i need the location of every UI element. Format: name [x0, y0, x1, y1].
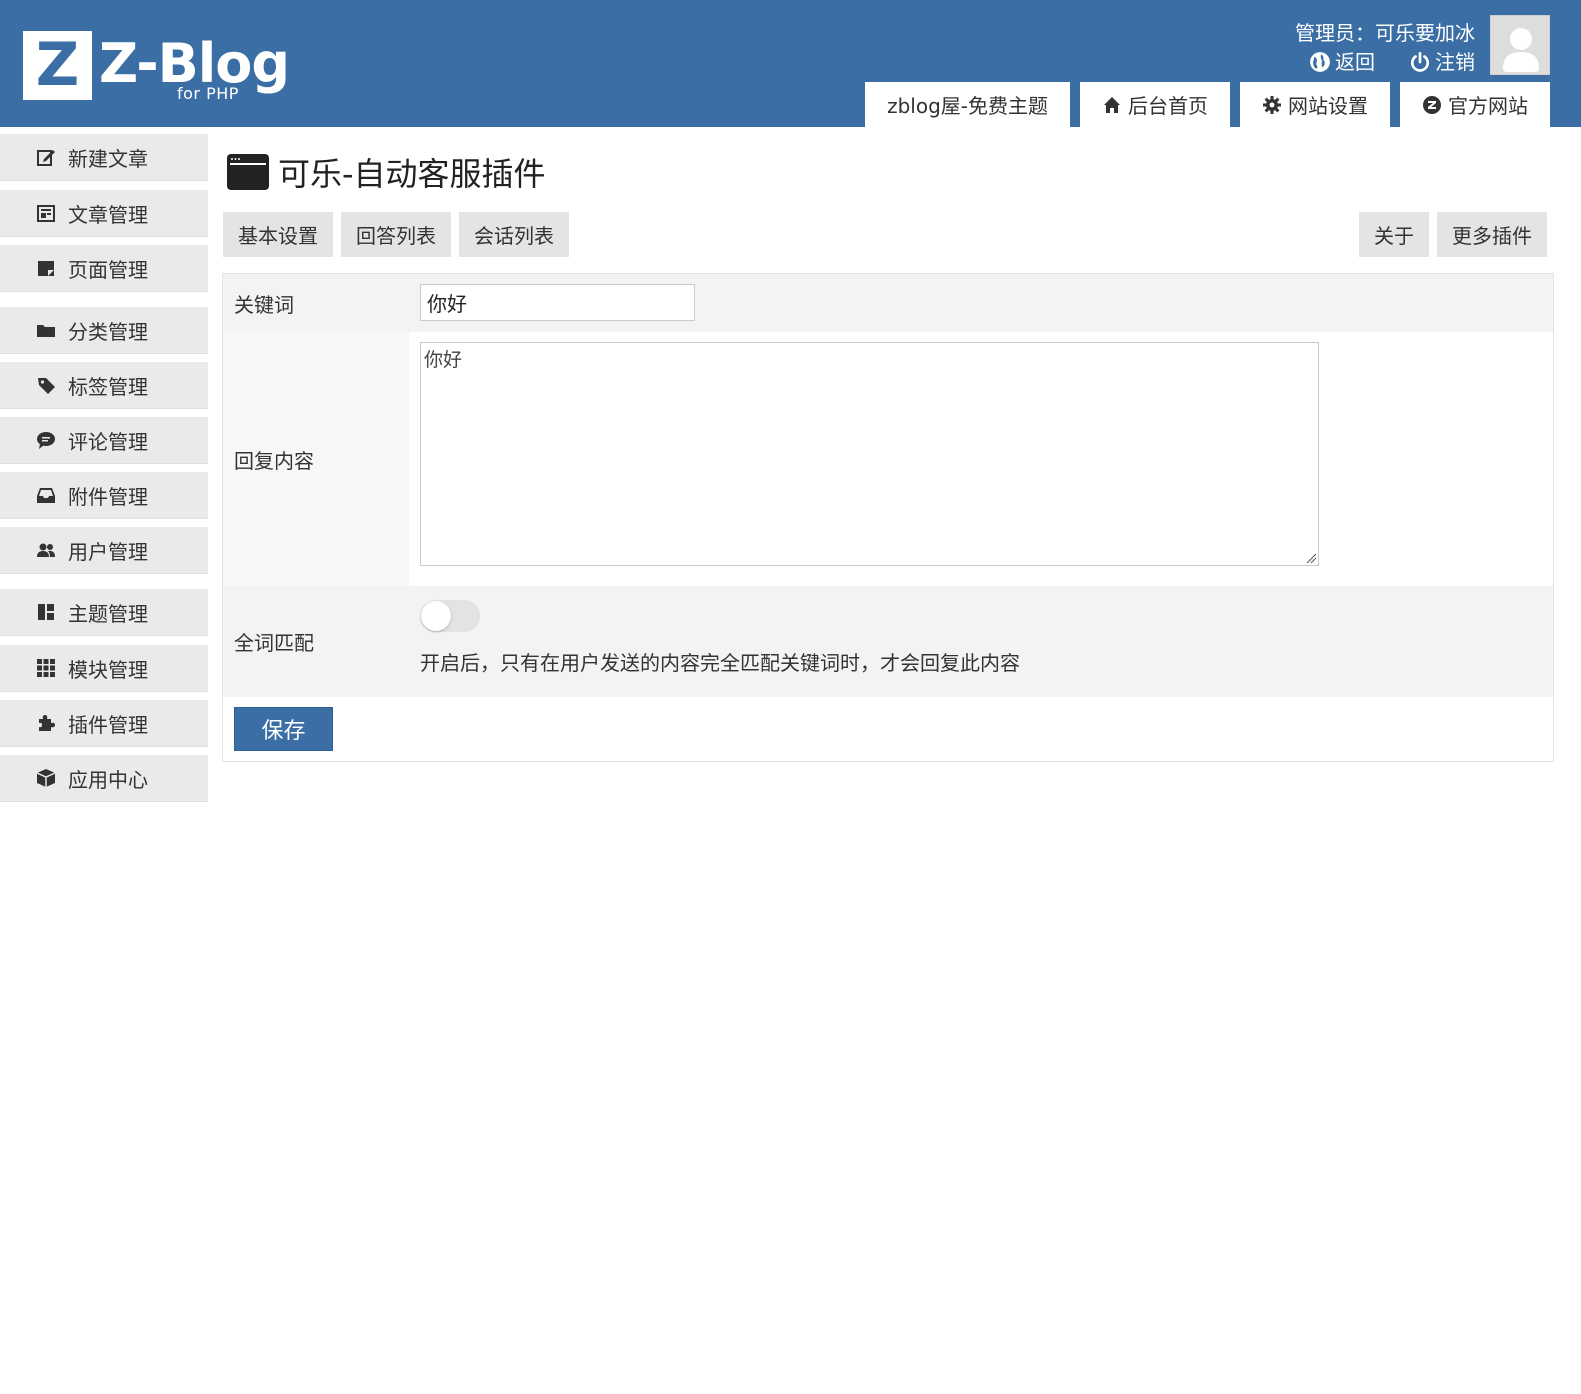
full-match-row: 全词匹配 开启后，只有在用户发送的内容完全匹配关键词时，才会回复此内容 — [223, 586, 1553, 697]
sidebar-item-label: 插件管理 — [68, 712, 148, 737]
back-link-label: 返回 — [1335, 50, 1375, 74]
page-title-text: 可乐-自动客服插件 — [278, 155, 546, 193]
tab-site-settings[interactable]: 网站设置 — [1240, 82, 1390, 127]
logout-link-label: 注销 — [1435, 50, 1475, 74]
puzzle-icon — [36, 713, 56, 733]
logo-mark: Z — [23, 31, 92, 100]
admin-links: 返回 注销 — [1309, 49, 1475, 75]
tab-session-list[interactable]: 会话列表 — [459, 212, 569, 257]
keyword-input[interactable] — [420, 284, 695, 321]
users-icon — [36, 540, 56, 560]
toggle-knob — [421, 601, 451, 631]
sidebar-item-articles[interactable]: 文章管理 — [0, 190, 208, 237]
sidebar-item-label: 模块管理 — [68, 657, 148, 682]
gear-icon — [1263, 95, 1281, 114]
sidebar-item-comments[interactable]: 评论管理 — [0, 417, 208, 464]
sidebar-item-modules[interactable]: 模块管理 — [0, 645, 208, 692]
tab-official-site-label: 官方网站 — [1448, 94, 1528, 118]
sidebar-item-users[interactable]: 用户管理 — [0, 527, 208, 574]
sidebar-item-attachments[interactable]: 附件管理 — [0, 472, 208, 519]
window-icon — [227, 154, 269, 190]
tab-basic-settings[interactable]: 基本设置 — [223, 212, 333, 257]
answer-form: 关键词 回复内容 你好 全词匹配 开启后，只有在用户发送的内容完全匹配关键词时，… — [222, 273, 1554, 762]
zblog-icon — [1423, 95, 1441, 114]
tag-icon — [36, 375, 56, 395]
sidebar-item-label: 应用中心 — [68, 767, 148, 792]
tab-more-plugins[interactable]: 更多插件 — [1437, 212, 1547, 257]
back-link[interactable]: 返回 — [1309, 49, 1375, 75]
edit-icon — [36, 147, 56, 167]
logo-subtitle: for PHP — [177, 84, 239, 103]
home-icon — [1104, 96, 1120, 113]
sidebar-item-categories[interactable]: 分类管理 — [0, 307, 208, 354]
plugin-tabs: 基本设置 回答列表 会话列表 — [223, 212, 569, 257]
plugin-tabs-right: 关于 更多插件 — [1359, 212, 1547, 257]
sidebar-item-pages[interactable]: 页面管理 — [0, 245, 208, 292]
admin-name: 管理员：可乐要加冰 — [1295, 21, 1475, 45]
sidebar-item-label: 用户管理 — [68, 539, 148, 564]
page-title: 可乐-自动客服插件 — [226, 150, 546, 194]
sidebar-item-label: 分类管理 — [68, 319, 148, 344]
tab-dashboard[interactable]: 后台首页 — [1080, 82, 1230, 127]
folder-icon — [36, 320, 56, 340]
sidebar-item-new-article[interactable]: 新建文章 — [0, 134, 208, 181]
tab-answer-list[interactable]: 回答列表 — [341, 212, 451, 257]
header-tabs: zblog屋-免费主题 后台首页 网站设置 官方网站 — [865, 82, 1550, 127]
globe-icon — [1310, 52, 1330, 72]
logout-link[interactable]: 注销 — [1409, 49, 1475, 75]
tab-dashboard-label: 后台首页 — [1128, 94, 1208, 118]
user-avatar-icon — [1503, 28, 1539, 72]
sidebar-item-label: 页面管理 — [68, 257, 148, 282]
theme-icon — [36, 602, 56, 622]
sidebar-item-label: 新建文章 — [68, 146, 148, 171]
sidebar-item-label: 附件管理 — [68, 484, 148, 509]
reply-row: 回复内容 你好 — [223, 332, 1553, 586]
sidebar-item-tags[interactable]: 标签管理 — [0, 362, 208, 409]
tab-about[interactable]: 关于 — [1359, 212, 1429, 257]
power-icon — [1411, 51, 1429, 72]
avatar[interactable] — [1490, 15, 1550, 75]
reply-label: 回复内容 — [223, 332, 409, 586]
full-match-toggle[interactable] — [420, 600, 480, 632]
sidebar-item-label: 文章管理 — [68, 202, 148, 227]
sidebar-item-plugins[interactable]: 插件管理 — [0, 700, 208, 747]
keyword-row: 关键词 — [223, 274, 1553, 332]
keyword-label: 关键词 — [234, 292, 294, 317]
tab-zblog-theme[interactable]: zblog屋-免费主题 — [865, 82, 1070, 127]
resize-grip-icon[interactable] — [1305, 552, 1317, 564]
article-icon — [36, 203, 56, 223]
page-icon — [36, 258, 56, 278]
comment-icon — [36, 430, 56, 450]
reply-textarea[interactable]: 你好 — [420, 342, 1319, 566]
tab-zblog-theme-label: zblog屋-免费主题 — [887, 94, 1048, 118]
grid-icon — [36, 658, 56, 678]
sidebar-item-themes[interactable]: 主题管理 — [0, 589, 208, 636]
tab-official-site[interactable]: 官方网站 — [1400, 82, 1550, 127]
save-button[interactable]: 保存 — [234, 707, 333, 751]
full-match-label: 全词匹配 — [234, 631, 314, 655]
inbox-icon — [36, 485, 56, 505]
top-header: Z Z-Blog for PHP 管理员：可乐要加冰 返回 注销 zblog屋-… — [0, 0, 1581, 127]
sidebar-item-label: 标签管理 — [68, 374, 148, 399]
sidebar-item-app-center[interactable]: 应用中心 — [0, 755, 208, 802]
box-icon — [36, 768, 56, 788]
full-match-hint: 开启后，只有在用户发送的内容完全匹配关键词时，才会回复此内容 — [420, 651, 1020, 675]
zblog-logo[interactable]: Z Z-Blog for PHP — [23, 31, 293, 105]
sidebar-item-label: 评论管理 — [68, 429, 148, 454]
sidebar-item-label: 主题管理 — [68, 601, 148, 626]
tab-site-settings-label: 网站设置 — [1288, 94, 1368, 118]
